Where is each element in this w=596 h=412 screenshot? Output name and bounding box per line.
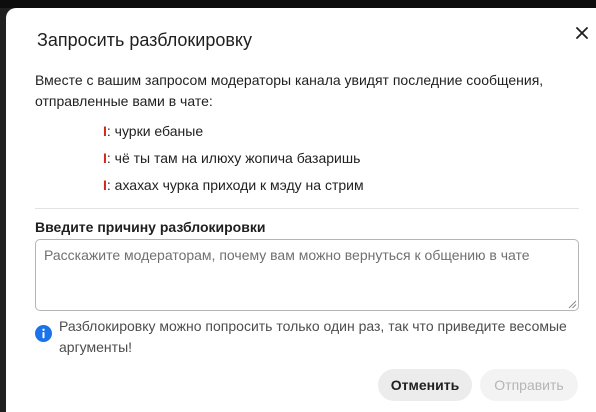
message-text: : чё ты там на илюху жопича базаришь	[106, 150, 361, 166]
chat-message: I: чё ты там на илюху жопича базаришь	[103, 149, 364, 176]
message-text: : ахахах чурка приходи к мэду на стрим	[106, 177, 364, 193]
info-notice-text: Разблокировку можно попросить только оди…	[59, 318, 567, 355]
reason-textarea[interactable]	[35, 239, 579, 311]
dialog-intro-text: Вместе с вашим запросом модераторы канал…	[35, 72, 544, 109]
chat-message: I: чурки ебаные	[103, 122, 364, 149]
recent-messages-list: I: чурки ебаные I: чё ты там на илюху жо…	[103, 122, 364, 203]
backdrop-top-strip	[0, 0, 596, 8]
unban-request-dialog: Запросить разблокировку Вместе с вашим з…	[6, 8, 596, 412]
submit-button[interactable]: Отправить	[480, 369, 578, 401]
reason-field-label: Введите причину разблокировки	[35, 219, 266, 235]
chat-message: I: ахахах чурка приходи к мэду на стрим	[103, 176, 364, 203]
close-icon	[576, 27, 588, 39]
dialog-title: Запросить разблокировку	[37, 30, 253, 50]
info-icon	[35, 325, 52, 342]
resize-grip-icon[interactable]	[568, 300, 577, 309]
message-text: : чурки ебаные	[106, 123, 204, 139]
close-button[interactable]	[571, 22, 593, 44]
cancel-button[interactable]: Отменить	[378, 369, 472, 401]
section-divider	[35, 208, 579, 209]
